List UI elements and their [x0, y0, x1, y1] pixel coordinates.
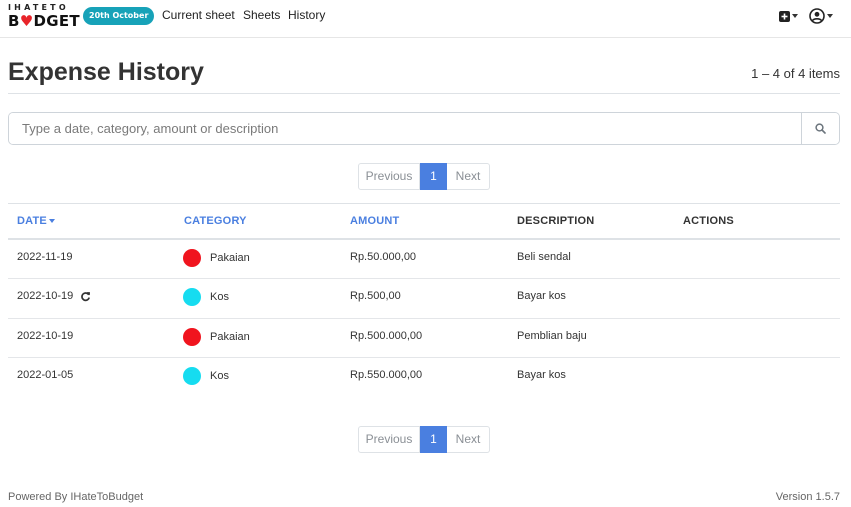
row-description: Bayar kos	[517, 290, 566, 302]
row-date: 2022-11-19	[17, 251, 73, 263]
chevron-down-icon	[792, 14, 798, 18]
category-color-dot	[183, 249, 201, 267]
nav-link-current-sheet[interactable]: Current sheet	[162, 8, 235, 22]
brand-logo-top-line: IHATETO	[8, 3, 69, 12]
row-description: Beli sendal	[517, 251, 571, 263]
row-divider	[8, 278, 840, 279]
user-circle-icon	[809, 8, 825, 24]
footer-powered-by: Powered By IHateToBudget	[8, 491, 144, 503]
table-header-divider	[8, 238, 840, 240]
row-amount: Rp.500,00	[350, 290, 401, 302]
category-color-dot	[183, 328, 201, 346]
row-category: Kos	[210, 291, 229, 303]
row-date: 2022-10-19	[17, 290, 74, 302]
pagination-bottom: Previous 1 Next	[358, 426, 490, 453]
column-header-category[interactable]: CATEGORY	[184, 215, 247, 228]
row-amount: Rp.500.000,00	[350, 330, 423, 342]
page-1-button[interactable]: 1	[420, 426, 447, 453]
previous-page-button[interactable]: Previous	[358, 426, 420, 453]
row-description: Bayar kos	[517, 369, 566, 381]
category-color-dot	[183, 367, 201, 385]
column-header-actions: ACTIONS	[683, 215, 734, 227]
row-category: Pakaian	[210, 252, 250, 264]
column-header-description: DESCRIPTION	[517, 215, 595, 227]
row-amount: Rp.550.000,00	[350, 369, 423, 381]
chevron-down-icon	[827, 14, 833, 18]
row-divider	[8, 318, 840, 319]
pagination-top: Previous 1 Next	[358, 163, 490, 190]
row-date: 2022-10-19	[17, 330, 74, 342]
next-page-button[interactable]: Next	[447, 163, 490, 190]
recurring-icon	[81, 292, 90, 302]
brand-logo[interactable]: IHATETO B♥DGET	[8, 3, 80, 31]
row-category: Kos	[210, 370, 229, 382]
row-date: 2022-01-05	[17, 369, 74, 381]
current-date-badge[interactable]: 20th October	[83, 7, 155, 25]
top-navbar: IHATETO B♥DGET 20th October Current shee…	[0, 0, 851, 38]
plus-square-icon	[779, 10, 790, 22]
page-title: Expense History	[8, 58, 204, 86]
row-divider	[8, 357, 840, 358]
category-color-dot	[183, 288, 201, 306]
search-input[interactable]	[9, 113, 801, 144]
search-bar	[8, 112, 840, 145]
brand-logo-bottom-line: B♥DGET	[8, 13, 80, 29]
previous-page-button[interactable]: Previous	[358, 163, 420, 190]
row-category: Pakaian	[210, 331, 250, 343]
brand-logo-b: B	[8, 12, 20, 30]
row-amount: Rp.50.000,00	[350, 251, 417, 263]
next-page-button[interactable]: Next	[447, 426, 490, 453]
row-description: Pemblian baju	[517, 330, 587, 342]
add-menu-dropdown[interactable]	[779, 8, 798, 24]
footer-version: Version 1.5.7	[775, 491, 840, 503]
nav-link-sheets[interactable]: Sheets	[243, 8, 280, 22]
sort-desc-icon	[48, 219, 55, 224]
brand-heart-icon: ♥	[19, 12, 34, 30]
nav-link-history[interactable]: History	[288, 8, 325, 22]
column-header-amount[interactable]: AMOUNT	[350, 215, 399, 228]
page-1-button[interactable]: 1	[420, 163, 447, 190]
column-header-date[interactable]: DATE	[17, 215, 55, 228]
column-header-date-label: DATE	[17, 215, 47, 227]
header-divider	[8, 93, 840, 94]
search-button[interactable]	[801, 113, 839, 144]
table-top-divider	[8, 203, 840, 204]
brand-logo-rest: DGET	[33, 12, 80, 30]
search-icon	[815, 123, 826, 134]
items-count: 1 – 4 of 4 items	[751, 66, 840, 81]
user-menu-dropdown[interactable]	[809, 8, 833, 24]
